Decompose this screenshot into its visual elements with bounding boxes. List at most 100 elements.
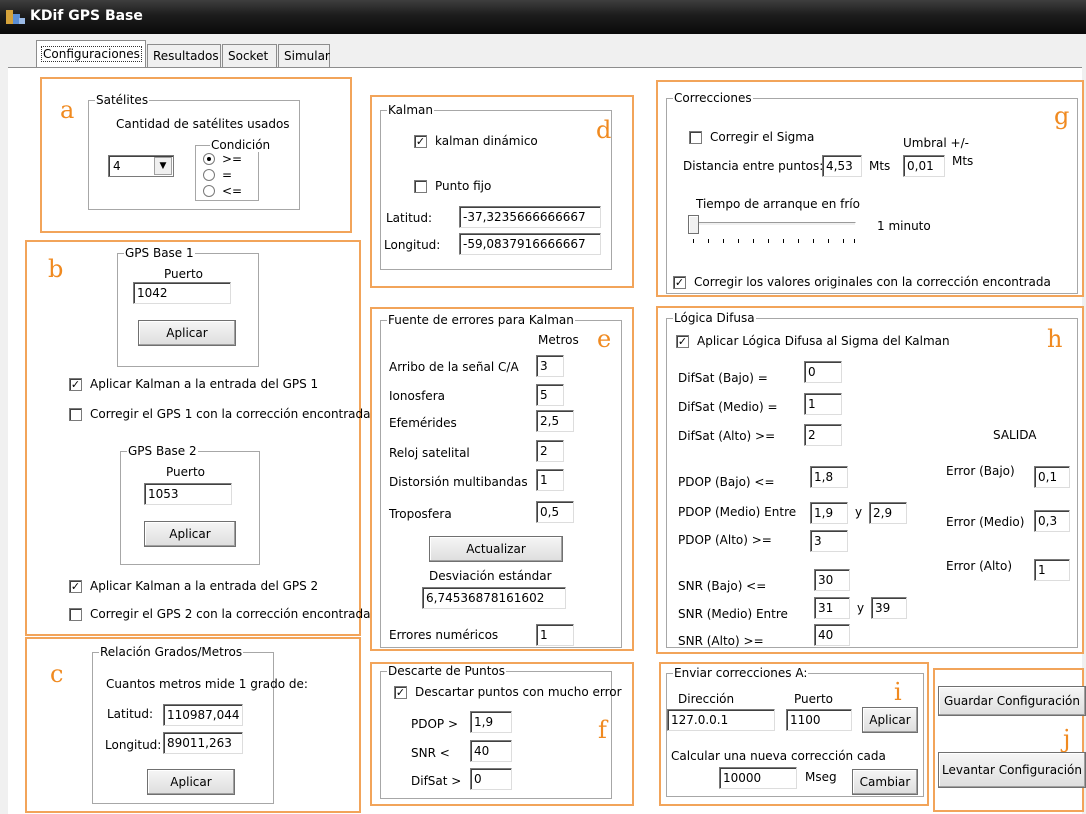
- corregir-sigma-checkbox[interactable]: [689, 131, 702, 144]
- fuente-row-input[interactable]: 1: [536, 469, 564, 491]
- relacion-lat-input[interactable]: 110987,044: [163, 704, 243, 726]
- desviacion-label: Desviación estándar: [429, 569, 552, 583]
- gps2-apply-button[interactable]: Aplicar: [144, 521, 236, 547]
- difusa-checkbox[interactable]: ✓: [676, 335, 689, 348]
- gps1-puerto-input[interactable]: 1042: [133, 282, 231, 304]
- kalman-lon-input[interactable]: -59,0837916666667: [459, 233, 601, 255]
- gps1-kalman-checkbox[interactable]: ✓: [69, 378, 82, 391]
- fuente-row-input[interactable]: 2,5: [536, 410, 574, 432]
- radio-lte[interactable]: [203, 185, 215, 197]
- enviar-group-label: Enviar correcciones A:: [673, 666, 809, 680]
- error-alto-label: Error (Alto): [946, 559, 1013, 573]
- radio-eq[interactable]: [203, 169, 215, 181]
- satelites-caption: Cantidad de satélites usados: [116, 117, 290, 131]
- snr-bajo-label: SNR (Bajo) <=: [678, 579, 767, 593]
- marker-a: a: [60, 96, 75, 124]
- snr-bajo-input[interactable]: 30: [814, 569, 850, 591]
- slider-thumb[interactable]: [688, 215, 699, 234]
- error-medio-input[interactable]: 0,3: [1034, 510, 1070, 532]
- tab-socket[interactable]: Socket: [222, 44, 277, 68]
- gps1-corregir-checkbox[interactable]: [69, 408, 82, 421]
- errores-numericos-label: Errores numéricos: [389, 628, 499, 642]
- difsat-medio-input[interactable]: 1: [804, 393, 842, 415]
- actualizar-button[interactable]: Actualizar: [429, 536, 563, 562]
- radio-gte-label: >=: [222, 152, 243, 166]
- snr-medio-a-input[interactable]: 31: [814, 597, 850, 619]
- tab-simular[interactable]: Simular: [278, 44, 330, 68]
- fuente-row-label: Arribo de la señal C/A: [389, 360, 519, 374]
- gps2-puerto-label: Puerto: [166, 465, 205, 479]
- relacion-apply-button[interactable]: Aplicar: [147, 769, 235, 795]
- cambiar-button[interactable]: Cambiar: [852, 769, 918, 795]
- kalman-dinamico-checkbox[interactable]: ✓: [414, 135, 427, 148]
- fuente-row-input[interactable]: 5: [536, 384, 564, 406]
- errores-numericos-input[interactable]: 1: [536, 624, 574, 646]
- pdop-medio-y: y: [855, 505, 863, 519]
- gps2-puerto-input[interactable]: 1053: [144, 483, 232, 505]
- desviacion-input[interactable]: 6,74536878161602: [422, 587, 566, 609]
- difsat-bajo-input[interactable]: 0: [804, 361, 842, 383]
- gps2-corregir-checkbox[interactable]: [69, 608, 82, 621]
- umbral-input[interactable]: 0,01: [903, 155, 945, 177]
- snr-medio-b-input[interactable]: 39: [871, 597, 907, 619]
- satelites-count-select[interactable]: 4 ▼: [108, 155, 174, 177]
- pdop-bajo-input[interactable]: 1,8: [810, 466, 848, 488]
- satelites-count-value: 4: [113, 159, 121, 173]
- arranque-label: Tiempo de arranque en frío: [696, 197, 860, 211]
- title-bar[interactable]: KDif GPS Base: [0, 0, 1086, 34]
- fuente-row-input[interactable]: 0,5: [536, 501, 574, 523]
- arranque-slider[interactable]: [688, 215, 858, 245]
- fuente-row-input[interactable]: 3: [536, 355, 564, 377]
- descarte-snr-input[interactable]: 40: [470, 740, 512, 762]
- enviar-apply-button[interactable]: Aplicar: [862, 707, 918, 733]
- tab-resultados[interactable]: Resultados: [147, 44, 221, 68]
- difsat-alto-input[interactable]: 2: [804, 424, 842, 446]
- distancia-input[interactable]: 4,53: [822, 155, 862, 177]
- error-alto-input[interactable]: 1: [1034, 559, 1070, 581]
- marker-j: j: [1063, 725, 1071, 753]
- snr-alto-input[interactable]: 40: [814, 624, 850, 646]
- kalman-dinamico-label: kalman dinámico: [435, 134, 538, 148]
- app-icon: [6, 8, 26, 26]
- gps2-corregir-label: Corregir el GPS 2 con la corrección enco…: [90, 607, 371, 621]
- direccion-input[interactable]: 127.0.0.1: [667, 709, 775, 731]
- gps1-apply-button[interactable]: Aplicar: [138, 320, 236, 346]
- kalman-lat-input[interactable]: -37,3235666666667: [459, 206, 601, 228]
- descarte-pdop-input[interactable]: 1,9: [470, 711, 512, 733]
- kalman-group-label: Kalman: [387, 103, 434, 117]
- error-bajo-input[interactable]: 0,1: [1034, 466, 1070, 488]
- pdop-medio-b-input[interactable]: 2,9: [869, 502, 907, 524]
- gps2-kalman-checkbox[interactable]: ✓: [69, 580, 82, 593]
- salida-header: SALIDA: [993, 428, 1037, 442]
- slider-track: [688, 222, 856, 226]
- pdop-alto-input[interactable]: 3: [810, 530, 848, 552]
- snr-medio-y: y: [857, 601, 865, 615]
- corregir-valores-checkbox[interactable]: ✓: [673, 276, 686, 289]
- gps2-group-label: GPS Base 2: [127, 444, 198, 458]
- radio-gte[interactable]: [203, 153, 215, 165]
- relacion-lon-input[interactable]: 89011,263: [163, 732, 243, 754]
- umbral-unit: Mts: [952, 154, 974, 168]
- descarte-difsat-input[interactable]: 0: [470, 768, 512, 790]
- mseg-input[interactable]: 10000: [719, 767, 797, 789]
- relacion-group-label: Relación Grados/Metros: [99, 645, 244, 659]
- chevron-down-icon[interactable]: ▼: [154, 157, 172, 175]
- gps1-puerto-label: Puerto: [164, 267, 203, 281]
- relacion-lon-label: Longitud:: [105, 738, 162, 752]
- kalman-punto-fijo-checkbox[interactable]: [414, 180, 427, 193]
- radio-eq-label: =: [222, 168, 233, 182]
- umbral-label: Umbral +/-: [903, 136, 969, 150]
- pdop-medio-a-input[interactable]: 1,9: [810, 502, 848, 524]
- marker-c: c: [50, 660, 64, 688]
- tab-configuraciones[interactable]: Configuraciones: [36, 40, 146, 68]
- correcciones-group: Correcciones: [666, 91, 1078, 294]
- descarte-checkbox[interactable]: ✓: [394, 686, 407, 699]
- gps1-group-label: GPS Base 1: [124, 246, 195, 260]
- difsat-alto-label: DifSat (Alto) >=: [678, 429, 776, 443]
- fuente-row-input[interactable]: 2: [536, 440, 564, 462]
- enviar-puerto-input[interactable]: 1100: [786, 709, 852, 731]
- guardar-configuracion-button[interactable]: Guardar Configuración: [938, 686, 1086, 716]
- levantar-configuracion-button[interactable]: Levantar Configuración: [938, 752, 1086, 788]
- error-medio-label: Error (Medio): [946, 515, 1025, 529]
- enviar-puerto-label: Puerto: [794, 692, 833, 706]
